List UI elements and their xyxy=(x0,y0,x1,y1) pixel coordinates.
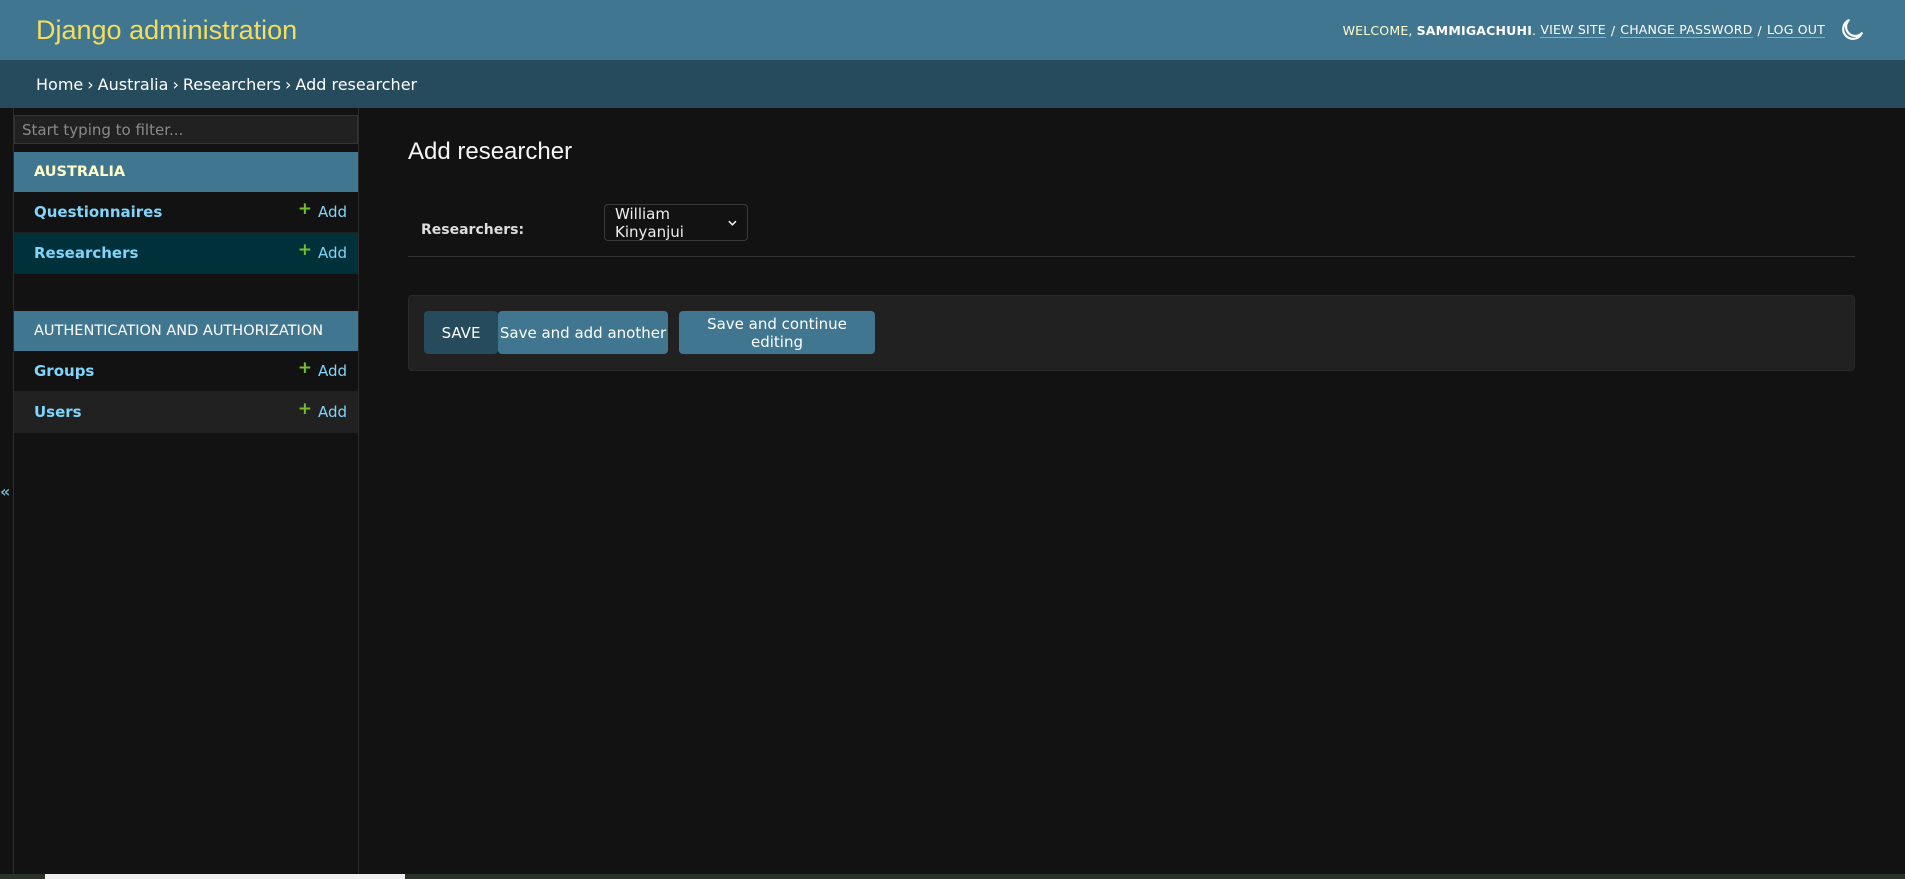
welcome-text: Welcome, xyxy=(1342,22,1413,38)
field-label: Researchers: xyxy=(421,222,525,238)
sidebar: Australia Questionnaires + Add Researcher… xyxy=(14,108,359,879)
plus-icon: + xyxy=(297,199,312,219)
log-out-link[interactable]: Log out xyxy=(1766,22,1825,38)
breadcrumb-current: Add researcher xyxy=(295,74,418,94)
add-link[interactable]: + Add xyxy=(297,399,347,422)
add-label: Add xyxy=(317,244,347,262)
add-label: Add xyxy=(317,362,347,380)
sidebar-collapse-toggle[interactable]: « xyxy=(0,482,10,501)
model-link[interactable]: Groups xyxy=(34,362,94,380)
model-link[interactable]: Questionnaires xyxy=(34,203,162,221)
sidebar-item-questionnaires: Questionnaires + Add xyxy=(14,192,358,233)
breadcrumb-researchers[interactable]: Researchers xyxy=(183,75,281,94)
module-header[interactable]: Australia xyxy=(14,152,358,192)
plus-icon: + xyxy=(297,240,312,260)
breadcrumb-australia[interactable]: Australia xyxy=(98,75,169,94)
module-title[interactable]: Authentication and Authorization xyxy=(34,323,323,339)
add-label: Add xyxy=(317,403,347,421)
module-header[interactable]: Authentication and Authorization xyxy=(14,311,358,351)
user-tools: Welcome, sammigachuhi. View site / Change… xyxy=(1343,17,1865,43)
plus-icon: + xyxy=(297,358,312,378)
form-row-researchers: Researchers: William Kinyanjui xyxy=(408,204,1855,257)
site-title[interactable]: Django administration xyxy=(36,15,297,46)
model-link[interactable]: Users xyxy=(34,403,82,421)
moon-icon[interactable] xyxy=(1839,17,1865,43)
sidebar-item-groups: Groups + Add xyxy=(14,351,358,392)
scrollbar-thumb[interactable] xyxy=(45,874,405,879)
add-link[interactable]: + Add xyxy=(297,199,347,222)
save-and-continue-button[interactable]: Save and continue editing xyxy=(679,311,875,354)
sidebar-item-users: Users + Add xyxy=(14,392,358,433)
submit-row: SAVE Save and add another Save and conti… xyxy=(408,295,1855,371)
view-site-link[interactable]: View site xyxy=(1540,22,1606,38)
add-link[interactable]: + Add xyxy=(297,358,347,381)
researchers-select[interactable]: William Kinyanjui xyxy=(604,204,748,241)
module-australia: Australia Questionnaires + Add Researcher… xyxy=(14,152,358,274)
breadcrumb: Home › Australia › Researchers › Add resear… xyxy=(0,60,1905,108)
username: sammigachuhi xyxy=(1416,22,1533,38)
sidebar-item-researchers: Researchers + Add xyxy=(14,233,358,274)
select-value: William Kinyanjui xyxy=(615,204,684,241)
model-link[interactable]: Researchers xyxy=(34,244,138,262)
breadcrumb-home[interactable]: Home xyxy=(36,75,83,94)
save-and-add-another-button[interactable]: Save and add another xyxy=(498,311,668,354)
add-label: Add xyxy=(317,203,347,221)
module-auth: Authentication and Authorization Groups … xyxy=(14,311,358,433)
module-title[interactable]: Australia xyxy=(34,164,125,180)
add-link[interactable]: + Add xyxy=(297,240,347,263)
header: Django administration Welcome, sammigach… xyxy=(0,0,1905,60)
plus-icon: + xyxy=(297,399,312,419)
change-password-link[interactable]: Change password xyxy=(1620,22,1753,38)
save-button[interactable]: SAVE xyxy=(424,311,498,354)
page-title: Add researcher xyxy=(408,138,573,165)
chevron-down-icon xyxy=(728,220,737,226)
sidebar-filter-input[interactable] xyxy=(14,115,358,144)
